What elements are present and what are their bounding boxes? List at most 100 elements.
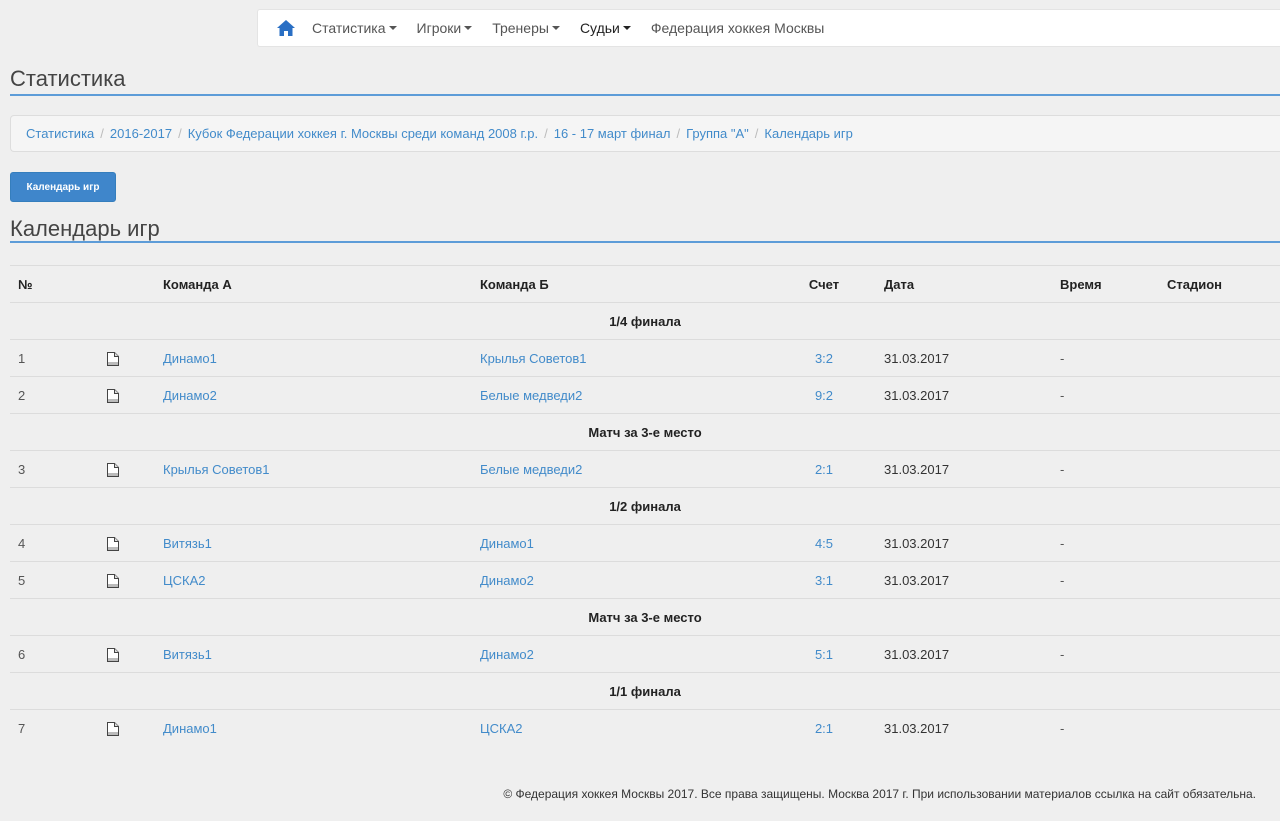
caret-down-icon: [464, 26, 473, 30]
protocol-cell: [98, 635, 155, 673]
team-a-link[interactable]: ЦСКА2: [163, 573, 205, 588]
breadcrumb-link[interactable]: Статистика: [26, 126, 94, 141]
game-number: 4: [10, 524, 98, 562]
nav-item-label: Федерация хоккея Москвы: [650, 20, 825, 36]
protocol-cell: [98, 709, 155, 747]
score-link[interactable]: 4:5: [815, 536, 833, 551]
stage-row: 1/1 финала: [10, 672, 1280, 710]
table-header-row: № Команда А Команда Б Счет Дата Время Ст…: [10, 265, 1280, 303]
game-number: 2: [10, 376, 98, 414]
team-b-link[interactable]: Белые медведи2: [480, 462, 582, 477]
col-num-header: №: [10, 265, 98, 303]
team-b-link[interactable]: Динамо2: [480, 647, 534, 662]
stadium-cell: [1159, 450, 1280, 488]
breadcrumb-link[interactable]: Группа "А": [686, 126, 749, 141]
stage-title: 1/2 финала: [10, 487, 1280, 525]
time-cell: -: [1052, 450, 1159, 488]
team-b-link[interactable]: Белые медведи2: [480, 388, 582, 403]
score-cell: 2:1: [772, 709, 876, 747]
nav-item-0[interactable]: Статистика: [312, 20, 397, 36]
breadcrumb-separator: /: [544, 126, 548, 141]
document-icon[interactable]: [106, 462, 119, 477]
score-link[interactable]: 9:2: [815, 388, 833, 403]
protocol-cell: [98, 450, 155, 488]
score-link[interactable]: 2:1: [815, 721, 833, 736]
nav-item-2[interactable]: Тренеры: [492, 20, 560, 36]
col-time-header: Время: [1052, 265, 1159, 303]
stadium-cell: [1159, 635, 1280, 673]
table-row: 5 ЦСКА2 Динамо2 3:1 31.03.2017-: [10, 561, 1280, 599]
team-a-link[interactable]: Динамо1: [163, 721, 217, 736]
team-a-cell: ЦСКА2: [155, 561, 472, 599]
score-cell: 5:1: [772, 635, 876, 673]
team-b-link[interactable]: ЦСКА2: [480, 721, 522, 736]
stadium-cell: [1159, 376, 1280, 414]
calendar-button[interactable]: Календарь игр: [10, 172, 116, 202]
breadcrumb-link[interactable]: 2016-2017: [110, 126, 172, 141]
table-row: 7 Динамо1 ЦСКА2 2:1 31.03.2017-: [10, 709, 1280, 747]
team-b-cell: Динамо2: [472, 561, 772, 599]
nav-item-3[interactable]: Судьи: [580, 20, 631, 36]
score-cell: 4:5: [772, 524, 876, 562]
team-a-cell: Динамо1: [155, 339, 472, 377]
score-link[interactable]: 2:1: [815, 462, 833, 477]
time-cell: -: [1052, 376, 1159, 414]
stage-row: 1/4 финала: [10, 302, 1280, 340]
time-cell: -: [1052, 635, 1159, 673]
score-cell: 3:1: [772, 561, 876, 599]
nav-item-label: Судьи: [579, 20, 620, 36]
team-a-link[interactable]: Динамо2: [163, 388, 217, 403]
stage-row: 1/2 финала: [10, 487, 1280, 525]
game-number: 5: [10, 561, 98, 599]
nav-item-4[interactable]: Федерация хоккея Москвы: [651, 20, 824, 36]
game-number: 3: [10, 450, 98, 488]
stadium-cell: [1159, 339, 1280, 377]
protocol-cell: [98, 524, 155, 562]
team-b-cell: Белые медведи2: [472, 450, 772, 488]
caret-down-icon: [388, 26, 397, 30]
document-icon[interactable]: [106, 351, 119, 366]
score-link[interactable]: 5:1: [815, 647, 833, 662]
document-icon[interactable]: [106, 536, 119, 551]
breadcrumb-separator: /: [100, 126, 104, 141]
score-link[interactable]: 3:2: [815, 351, 833, 366]
breadcrumb-separator: /: [754, 126, 759, 141]
protocol-cell: [98, 561, 155, 599]
team-b-link[interactable]: Крылья Советов1: [480, 351, 587, 366]
nav-item-1[interactable]: Игроки: [417, 20, 473, 36]
game-number: 7: [10, 709, 98, 747]
home-icon[interactable]: [276, 17, 298, 39]
time-cell: -: [1052, 339, 1159, 377]
table-row: 2 Динамо2 Белые медведи2 9:2 31.03.2017-: [10, 376, 1280, 414]
games-table: № Команда А Команда Б Счет Дата Время Ст…: [10, 265, 1280, 747]
time-cell: -: [1052, 524, 1159, 562]
score-link[interactable]: 3:1: [815, 573, 833, 588]
team-b-link[interactable]: Динамо2: [480, 573, 534, 588]
team-a-link[interactable]: Крылья Советов1: [163, 462, 270, 477]
document-icon[interactable]: [106, 722, 119, 737]
team-b-link[interactable]: Динамо1: [480, 536, 534, 551]
stage-title: Матч за 3-е место: [10, 413, 1280, 451]
document-icon[interactable]: [106, 647, 119, 662]
team-b-cell: Динамо1: [472, 524, 772, 562]
table-row: 6 Витязь1 Динамо2 5:1 31.03.2017-: [10, 635, 1280, 673]
document-icon[interactable]: [106, 573, 119, 588]
table-row: 3 Крылья Советов1 Белые медведи2 2:1 31.03.2…: [10, 450, 1280, 488]
date-cell: 31.03.2017: [876, 709, 1052, 747]
date-cell: 31.03.2017: [876, 524, 1052, 562]
team-a-link[interactable]: Витязь1: [163, 536, 212, 551]
stage-title: 1/4 финала: [10, 302, 1280, 340]
time-cell: -: [1052, 561, 1159, 599]
team-b-cell: Белые медведи2: [472, 376, 772, 414]
game-number: 1: [10, 339, 98, 377]
breadcrumb-separator: /: [178, 126, 182, 141]
stage-row: Матч за 3-е место: [10, 413, 1280, 451]
document-icon[interactable]: [106, 388, 119, 403]
team-a-link[interactable]: Витязь1: [163, 647, 212, 662]
breadcrumb-link[interactable]: 16 - 17 март финал: [554, 126, 671, 141]
breadcrumb-link[interactable]: Кубок Федерации хоккея г. Москвы среди к…: [188, 126, 538, 141]
stage-title: 1/1 финала: [10, 672, 1280, 710]
breadcrumb-link[interactable]: Календарь игр: [764, 126, 852, 141]
team-a-cell: Динамо2: [155, 376, 472, 414]
team-a-link[interactable]: Динамо1: [163, 351, 217, 366]
